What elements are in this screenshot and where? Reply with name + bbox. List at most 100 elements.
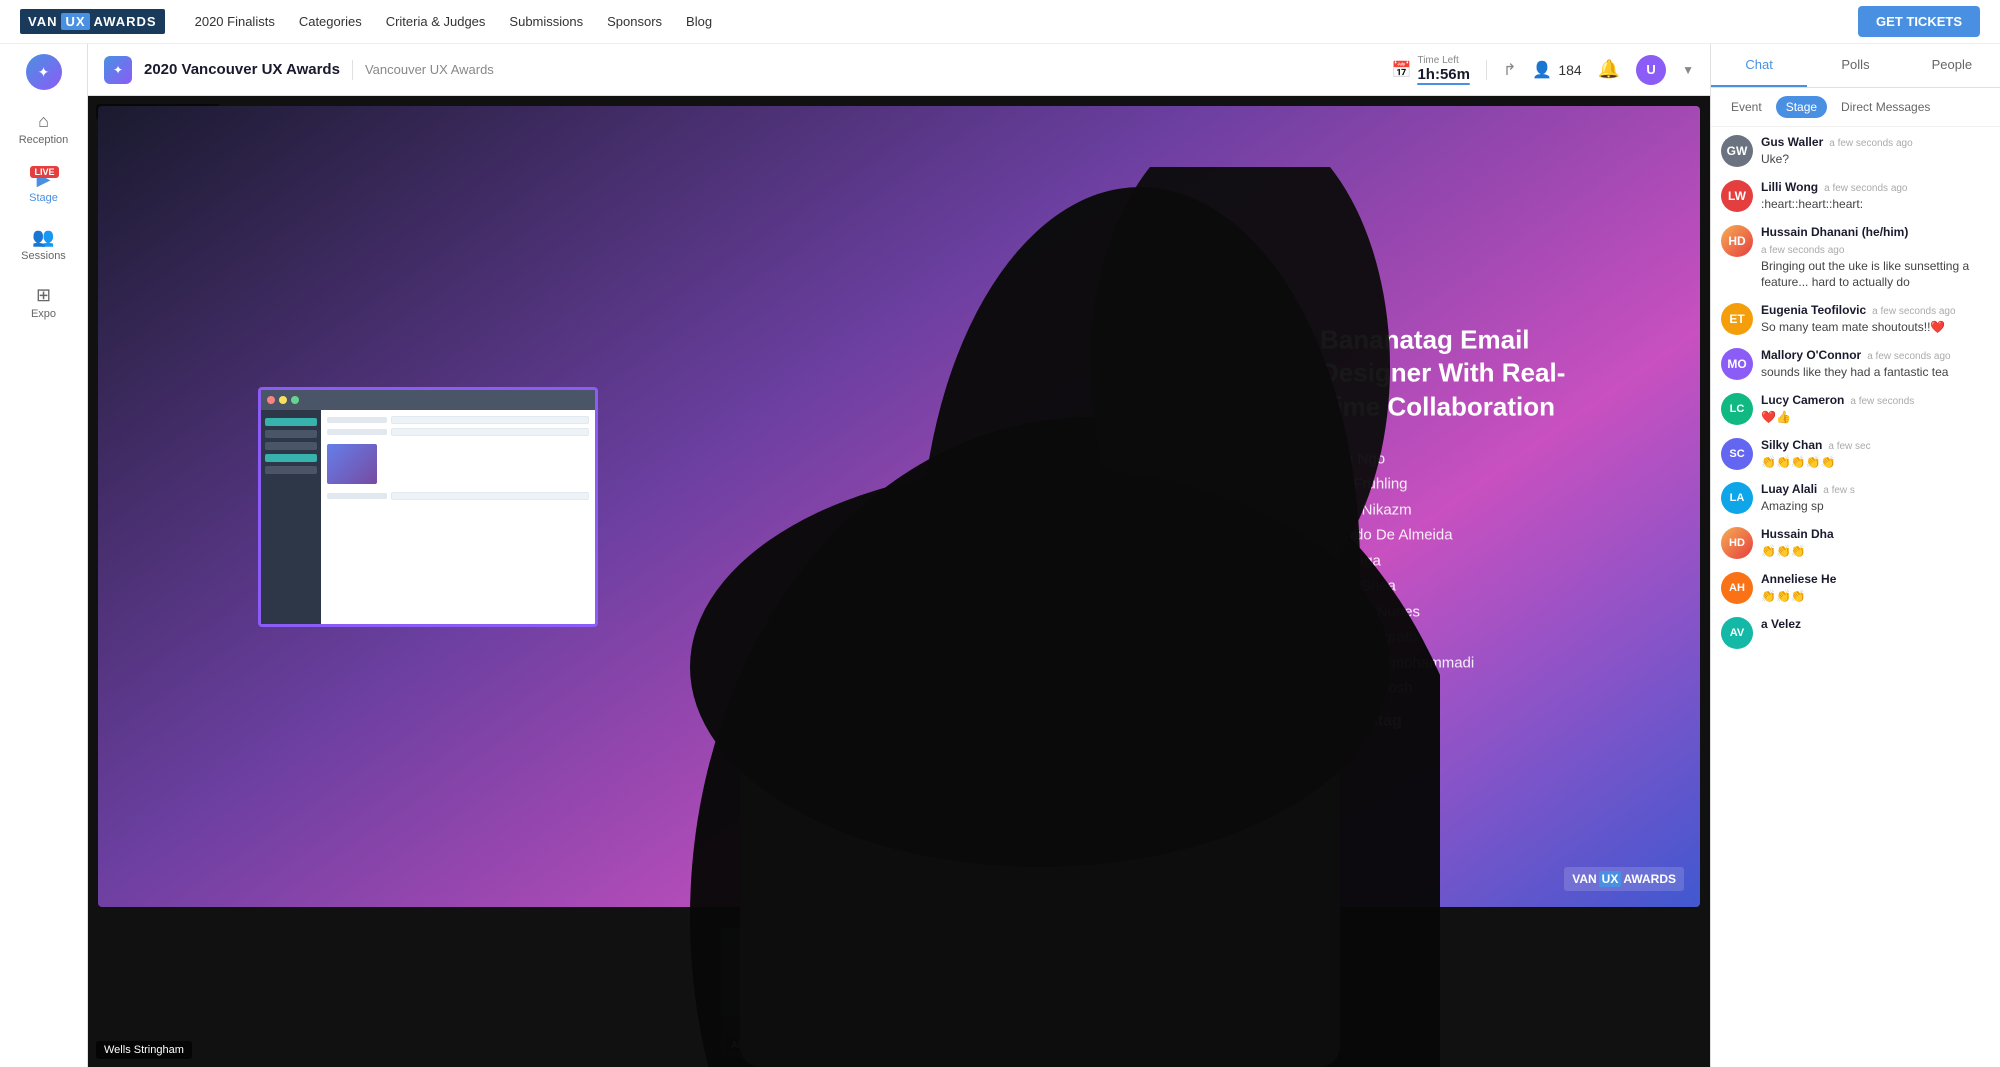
sub-tab-stage[interactable]: Stage [1776,96,1827,118]
chat-text-gus: Uke? [1761,151,1990,168]
ss-input-2 [391,428,589,436]
main-content: ✦ 2020 Vancouver UX Awards Vancouver UX … [88,44,1710,1067]
sidebar: ✦ ⌂ Reception ▶ LIVE Stage 👥 Sessions ⊞ [0,44,88,1067]
chat-text-mallory: sounds like they had a fantastic tea [1761,364,1961,381]
chat-text-hussain: Bringing out the uke is like sunsetting … [1761,258,1990,292]
avatar-lilli: LW [1721,180,1753,212]
slide-name-0: Lane Ngo [1320,449,1600,472]
chat-time-luay: a few s [1823,485,1855,496]
avatar-hussain2: HD [1721,527,1753,559]
ss-row-3 [327,492,589,500]
get-tickets-button[interactable]: GET TICKETS [1858,6,1980,37]
chat-header-hussain: Hussain Dhanani (he/him) a few seconds a… [1761,225,1990,256]
dot-green [291,396,299,404]
chat-header-lucy: Lucy Cameron a few seconds [1761,393,1990,407]
slide-name-1: Nick Frühling [1320,474,1600,497]
user-avatar[interactable]: U [1636,55,1666,85]
ss-bar-5 [265,466,317,474]
chat-header-luay: Luay Alali a few s [1761,482,1990,496]
chat-name-silky: Silky Chan [1761,438,1822,452]
nav-blog[interactable]: Blog [686,14,712,29]
chat-name-mallory: Mallory O'Connor [1761,348,1861,362]
chat-content-lilli: Lilli Wong a few seconds ago :heart::hea… [1761,180,1990,213]
screenshot-body [261,410,595,624]
screenshot-sidebar [261,410,321,624]
sidebar-item-sessions[interactable]: 👥 Sessions [8,218,80,272]
sidebar-item-expo[interactable]: ⊞ Expo [8,276,80,330]
body-robert [964,997,1016,1037]
ss-row-2 [327,428,589,436]
slide-title: Bananatag Email Designer With Real-Time … [1320,323,1600,424]
chat-text-lilli: :heart::heart::heart: [1761,196,1990,213]
ss-bar-2 [265,430,317,438]
chat-text-luay: Amazing sp [1761,498,1961,515]
slide-name-2: Kimia Nikazm [1320,500,1600,522]
time-underline [1417,83,1470,85]
nav-categories[interactable]: Categories [299,14,362,29]
live-badge: LIVE [30,166,58,178]
head-alejandra [791,957,827,993]
presentation-slide: Bananatag Email Designer With Real-Time … [98,106,1700,907]
slide-logo-ux: UX [1599,871,1622,887]
sessions-icon: 👥 [33,228,55,246]
sub-tab-event[interactable]: Event [1721,96,1772,118]
chat-header-hussain2: Hussain Dha [1761,527,1990,541]
chat-time-gus: a few seconds ago [1829,138,1912,149]
bell-icon[interactable]: 🔔 [1598,59,1620,80]
chat-content-anneliese: Anneliese He 👏👏👏 [1761,572,1990,605]
dot-red [267,396,275,404]
avatar-hussain: HD [1721,225,1753,257]
camera-label-alejandra: Alejandra Porta [725,1038,806,1053]
stream-header: ✦ 2020 Vancouver UX Awards Vancouver UX … [88,44,1710,96]
slide-name-8: Soheil Hajimohammadi [1320,653,1600,676]
chat-message-anneliese: AH Anneliese He 👏👏👏 [1721,572,1990,605]
head-robert [971,957,1009,995]
sidebar-label-expo: Expo [31,308,56,320]
sub-tab-direct[interactable]: Direct Messages [1831,96,1940,118]
chat-header-gus: Gus Waller a few seconds ago [1761,135,1990,149]
slide-name-7: Curtis Mcgrath [1320,627,1600,650]
header-divider [352,60,353,80]
chat-name-gus: Gus Waller [1761,135,1823,149]
tab-polls[interactable]: Polls [1807,44,1903,87]
chat-name-anneliese: Anneliese He [1761,572,1836,586]
nav-finalists[interactable]: 2020 Finalists [195,14,275,29]
tab-chat[interactable]: Chat [1711,44,1807,87]
camera-feed-robert: Robert MacKie [902,927,1077,1057]
chat-header-mallory: Mallory O'Connor a few seconds ago [1761,348,1990,362]
chat-header-eugenia: Eugenia Teofilovic a few seconds ago [1761,303,1990,317]
chat-content-hussain: Hussain Dhanani (he/him) a few seconds a… [1761,225,1990,292]
slide-text: Bananatag Email Designer With Real-Time … [1320,323,1600,730]
camera-feeds: Alejandra Porta Robert MacKie [721,927,1077,1057]
chat-content-hussain2: Hussain Dha 👏👏👏 [1761,527,1990,560]
chat-message-eugenia: ET Eugenia Teofilovic a few seconds ago … [1721,303,1990,336]
sidebar-item-reception[interactable]: ⌂ Reception [8,102,80,156]
sidebar-item-stage[interactable]: ▶ LIVE Stage [8,160,80,214]
chat-text-silky: 👏👏👏👏👏 [1761,454,1961,471]
chat-messages: GW Gus Waller a few seconds ago Uke? LW … [1711,127,2000,1067]
video-area: UX Awards Ceremony [88,96,1710,1067]
chat-header-lilli: Lilli Wong a few seconds ago [1761,180,1990,194]
expo-icon: ⊞ [33,286,55,304]
nav-sponsors[interactable]: Sponsors [607,14,662,29]
slide-names: Lane Ngo Nick Frühling Kimia Nikazm Rica… [1320,449,1600,701]
tab-people[interactable]: People [1904,44,2000,87]
chat-time-silky: a few sec [1828,441,1870,452]
nav-submissions[interactable]: Submissions [509,14,583,29]
logo-van: VAN [28,14,57,29]
sidebar-label-reception: Reception [19,134,69,146]
screenshot-topbar [261,390,595,410]
logo-ux: UX [61,13,89,30]
stream-subtitle: Vancouver UX Awards [365,62,494,77]
streaming-platform: ✦ ⌂ Reception ▶ LIVE Stage 👥 Sessions ⊞ [0,44,2000,1067]
dropdown-chevron-icon[interactable]: ▼ [1682,63,1694,77]
people-icon: 👤 [1532,60,1552,80]
nav-criteria[interactable]: Criteria & Judges [386,14,486,29]
silhouette-alejandra [779,957,839,1047]
van-ux-logo[interactable]: VAN UX AWARDS [20,9,165,34]
chat-content-eugenia: Eugenia Teofilovic a few seconds ago So … [1761,303,1990,336]
avatar-luay: LA [1721,482,1753,514]
chat-message-silky: SC Silky Chan a few sec 👏👏👏👏👏 [1721,438,1990,471]
slide-name-6: Maycon Nunes [1320,602,1600,625]
chat-time-hussain: a few seconds ago [1761,245,1844,256]
